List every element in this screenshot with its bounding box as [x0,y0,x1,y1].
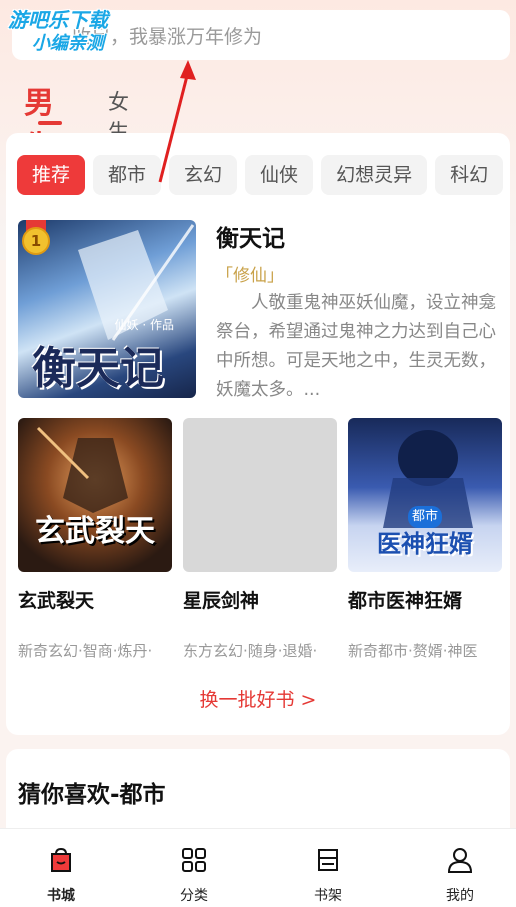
book-cover: 都市 医神狂婿 [348,418,502,572]
category-chips: 推荐 都市 玄幻 仙侠 幻想灵异 科幻 [17,155,510,195]
bookshelf-icon [318,849,338,871]
tab-category[interactable]: 分类 [154,845,234,905]
category-chip-xianxia[interactable]: 仙侠 [245,155,314,195]
featured-book-tag: 「修仙」 [216,266,284,286]
tab-active-indicator [38,121,62,125]
watermark: 游吧乐下载 小编亲测 [8,8,108,54]
book-name: 都市医神狂婿 [348,590,463,612]
category-grid-icon [182,848,206,872]
category-chip-supernatural[interactable]: 幻想灵异 [321,155,428,195]
category-chip-recommend[interactable]: 推荐 [17,155,86,195]
book-cover: 玄武裂天 [18,418,172,572]
book-name: 星辰剑神 [183,590,260,612]
book-item[interactable]: 都市 医神狂婿 都市医神狂婿 新奇都市·赘婿·神医 [348,418,502,661]
cover-title: 衡天记 [32,343,164,394]
book-item[interactable]: 星辰剑神 东方玄幻·随身·退婚· [183,418,337,661]
tab-bookstore[interactable]: 书城 [21,845,101,905]
book-tags: 新奇玄幻·智商·炼丹· [18,642,153,660]
book-name: 玄武裂天 [18,590,95,612]
bottom-tab-bar: 书城 分类 书架 我的 [0,828,516,907]
cover-title: 玄武裂天 [35,514,155,549]
book-cover-placeholder [183,418,337,572]
bookstore-icon [51,847,71,872]
book-tags: 新奇都市·赘婿·神医 [348,642,478,660]
rank-medal-icon: 1 [22,227,50,255]
book-item[interactable]: 玄武裂天 玄武裂天 新奇玄幻·智商·炼丹· [18,418,172,661]
cover-title: 医神狂婿 [377,530,473,558]
recommend-card: 推荐 都市 玄幻 仙侠 幻想灵异 科幻 仙妖 · 作品 衡天记 1 衡天记 「修仙」 人敬… [6,133,510,735]
featured-book-title[interactable]: 衡天记 [216,219,285,253]
featured-book-description: 人敬重鬼神巫妖仙魔，设立神龛祭台，希望通过鬼神之力达到自己心中所想。可是天地之中… [216,293,496,400]
tab-profile[interactable]: 我的 [420,845,500,905]
book-tags: 东方玄幻·随身·退婚· [183,642,318,660]
cover-author: 仙妖 · 作品 [114,318,174,332]
section-title: 猜你喜欢-都市 [18,782,166,808]
category-chip-fantasy[interactable]: 玄幻 [169,155,238,195]
tab-bookshelf[interactable]: 书架 [288,845,368,905]
category-chip-scifi[interactable]: 科幻 [435,155,504,195]
category-chip-urban[interactable]: 都市 [93,155,162,195]
profile-icon [447,848,473,873]
refresh-books-button[interactable]: 换一批好书 > [6,685,510,712]
